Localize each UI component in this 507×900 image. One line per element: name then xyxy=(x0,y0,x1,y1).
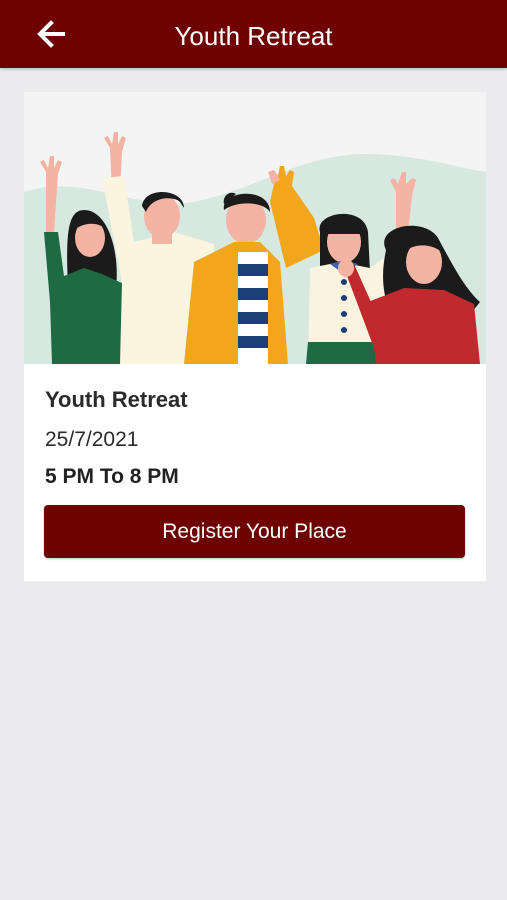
event-card[interactable]: Youth Retreat 25/7/2021 5 PM To 8 PM Reg… xyxy=(24,92,486,581)
event-title: Youth Retreat xyxy=(45,387,188,412)
app-bar: Youth Retreat xyxy=(0,0,507,68)
register-button[interactable]: Register Your Place xyxy=(44,505,465,558)
event-time: 5 PM To 8 PM xyxy=(45,465,179,488)
event-date: 25/7/2021 xyxy=(45,428,139,451)
page-title: Youth Retreat xyxy=(174,21,333,51)
event-image xyxy=(24,92,486,364)
